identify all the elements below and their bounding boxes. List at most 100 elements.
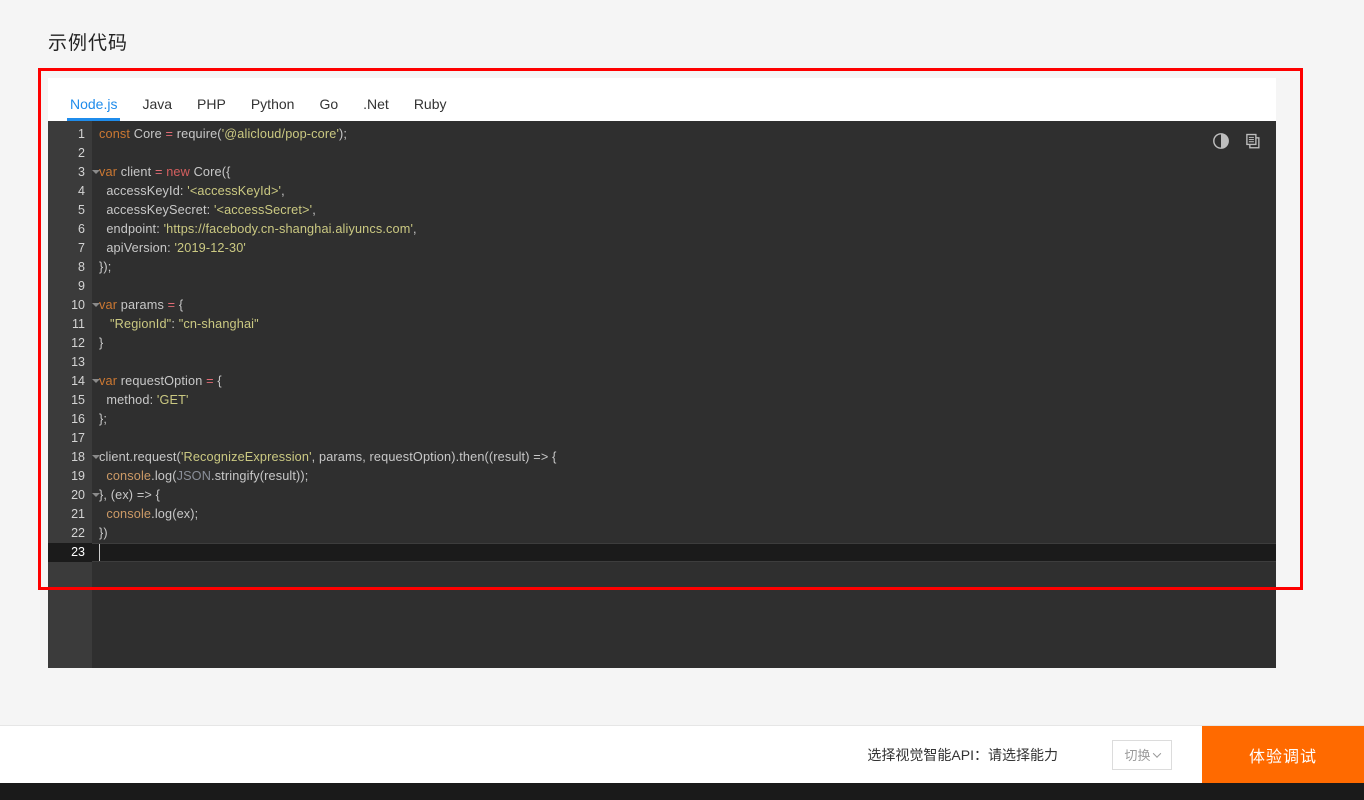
line-number: 3 [48, 163, 100, 182]
code-token: } [99, 336, 104, 350]
code-token: { [175, 298, 184, 312]
code-token: , [281, 184, 285, 198]
tab-java[interactable]: Java [142, 96, 172, 121]
code-line: const Core = require('@alicloud/pop-core… [92, 125, 1276, 144]
code-line: apiVersion: '2019-12-30' [92, 239, 1276, 258]
line-number: 11 [72, 317, 85, 331]
footer-action-bar: 选择视觉智能API：请选择能力 切换 体验调试 [0, 725, 1364, 784]
line-number: 23 [48, 543, 92, 562]
tab-php[interactable]: PHP [197, 96, 226, 121]
code-line: method: 'GET' [92, 391, 1276, 410]
code-line: console.log(JSON.stringify(result)); [92, 467, 1276, 486]
code-token: = [165, 127, 174, 141]
code-token: '<accessSecret>' [213, 203, 313, 217]
line-number: 22 [71, 526, 85, 540]
fold-arrow-icon[interactable] [92, 493, 100, 497]
code-token: var [99, 165, 121, 179]
line-number: 17 [71, 431, 85, 445]
bottom-black-bar [0, 783, 1364, 800]
code-line: }; [92, 410, 1276, 429]
code-line: var requestOption = { [92, 372, 1276, 391]
code-token: "cn-shanghai" [178, 317, 259, 331]
line-number: 18 [48, 448, 100, 467]
code-line: } [92, 334, 1276, 353]
line-number: 8 [78, 260, 85, 274]
line-number: 16 [71, 412, 85, 426]
code-token: : [171, 317, 179, 331]
tab-go[interactable]: Go [319, 96, 338, 121]
code-token: apiVersion: [99, 241, 175, 255]
code-token: .log( [151, 469, 177, 483]
code-token: = [154, 165, 163, 179]
code-token: method: [99, 393, 157, 407]
line-number: 12 [71, 336, 85, 350]
line-number-gutter: 1 2 3 4 5 6 7 8 9 10 11 12 13 14 15 16 17 18 19 20 21 22 23 [48, 121, 100, 668]
code-line [92, 543, 1276, 562]
code-line: endpoint: 'https://facebody.cn-shanghai.… [92, 220, 1276, 239]
code-token: }, (ex) => { [99, 488, 161, 502]
line-number: 9 [78, 279, 85, 293]
line-number: 6 [78, 222, 85, 236]
tab-net[interactable]: .Net [363, 96, 389, 121]
code-token: var [99, 374, 121, 388]
code-line: var client = new Core({ [92, 163, 1276, 182]
line-number: 4 [78, 184, 85, 198]
code-token: JSON [176, 469, 212, 483]
code-token: Core({ [189, 165, 231, 179]
line-number: 19 [71, 469, 85, 483]
fold-arrow-icon[interactable] [92, 455, 100, 459]
code-token: 'https://facebody.cn-shanghai.aliyuncs.c… [163, 222, 414, 236]
code-token: Core [133, 127, 166, 141]
code-token: accessKeySecret: [99, 203, 214, 217]
code-content-area[interactable]: const Core = require('@alicloud/pop-core… [92, 121, 1276, 668]
code-token: new [166, 165, 190, 179]
code-line: var params = { [92, 296, 1276, 315]
code-line: }); [92, 258, 1276, 277]
chevron-down-icon [1152, 748, 1161, 758]
contrast-icon[interactable] [1212, 132, 1230, 150]
switch-api-label: 切换 [1124, 748, 1151, 763]
code-token: var [99, 298, 121, 312]
switch-api-button[interactable]: 切换 [1112, 739, 1172, 770]
code-editor[interactable]: 1 2 3 4 5 6 7 8 9 10 11 12 13 14 15 16 17 18 19 20 21 22 23 co… [48, 121, 1276, 668]
line-number: 15 [71, 393, 85, 407]
code-token: "RegionId" [110, 317, 172, 331]
code-token: .stringify(result)); [211, 469, 309, 483]
line-number: 20 [48, 486, 100, 505]
code-token: endpoint: [99, 222, 164, 236]
fold-arrow-icon[interactable] [92, 303, 100, 307]
code-token: { [213, 374, 222, 388]
code-line: console.log(ex); [92, 505, 1276, 524]
page-title: 示例代码 [48, 33, 129, 54]
code-token: 'RecognizeExpression' [180, 450, 312, 464]
line-number: 21 [71, 507, 85, 521]
code-token: require( [173, 127, 222, 141]
code-token: console [99, 507, 152, 521]
copy-icon[interactable] [1244, 132, 1262, 150]
code-token: , [413, 222, 417, 236]
fold-arrow-icon[interactable] [92, 379, 100, 383]
code-token: accessKeyId: [99, 184, 188, 198]
code-token: .log(ex); [151, 507, 199, 521]
line-number: 1 [78, 127, 85, 141]
line-number: 5 [78, 203, 85, 217]
code-token: '@alicloud/pop-core' [221, 127, 340, 141]
tab-ruby[interactable]: Ruby [414, 96, 447, 121]
tab-node-js[interactable]: Node.js [66, 96, 121, 121]
code-token: 'GET' [156, 393, 189, 407]
try-debug-button[interactable]: 体验调试 [1202, 725, 1364, 784]
code-token: '<accessKeyId>' [187, 184, 282, 198]
tab-python[interactable]: Python [251, 96, 295, 121]
code-sample-panel: Node.js Java PHP Python Go .Net Ruby 123456789… [48, 78, 1276, 668]
code-token: '2019-12-30' [174, 241, 246, 255]
code-token: = [206, 374, 214, 388]
code-token: ); [339, 127, 348, 141]
code-token: }); [99, 260, 112, 274]
code-token: params [120, 298, 168, 312]
code-line: }, (ex) => { [92, 486, 1276, 505]
line-number: 7 [78, 241, 85, 255]
code-token: , [312, 203, 316, 217]
fold-arrow-icon[interactable] [92, 170, 100, 174]
